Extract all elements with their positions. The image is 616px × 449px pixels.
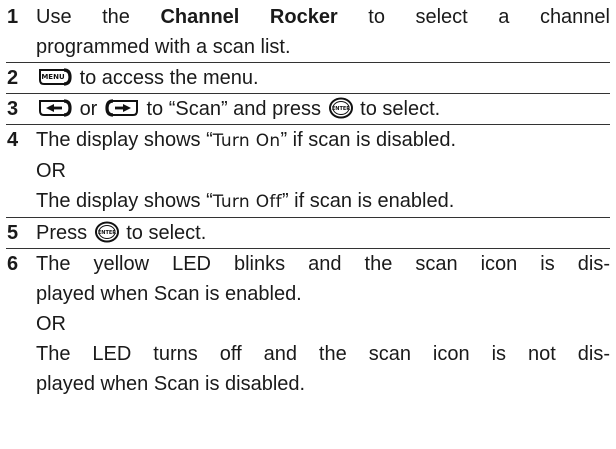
step-number: 6 [7, 253, 19, 275]
step-5: 5 Press ENTER to select. [6, 218, 610, 249]
step-text: Use the Channel Rocker to select a chann… [36, 6, 610, 58]
step-number: 4 [7, 129, 19, 151]
step-4: 4 The display shows “Turn On” if scan is… [6, 125, 610, 218]
step-text: Press ENTER to select. [36, 221, 207, 244]
menu-key-icon: MENU [39, 68, 72, 86]
step-6: 6 The yellow LED blinks and the scan ico… [6, 249, 610, 399]
instruction-list: 1 Use the Channel Rocker to select a cha… [0, 0, 616, 449]
svg-text:MENU: MENU [41, 73, 65, 81]
enter-key-icon: ENTER [94, 221, 119, 243]
step-3: 3 or to “Scan” and press ENTER to select… [6, 94, 610, 125]
channel-rocker-label: Channel Rocker [160, 6, 338, 28]
step-text: or to “Scan” and press ENTER to select. [36, 94, 610, 124]
step-2: 2 MENU to access the menu. [6, 63, 610, 94]
step-text: The yellow LED blinks and the scan icon … [36, 253, 610, 395]
svg-text:ENTER: ENTER [98, 230, 116, 236]
step-text: MENU to access the menu. [36, 63, 610, 93]
step-number: 2 [7, 67, 19, 89]
step-text: The display shows “Turn On” if scan is d… [36, 129, 457, 212]
step-number: 1 [7, 6, 19, 28]
step-number: 5 [7, 222, 19, 244]
right-arrow-key-icon [105, 99, 138, 117]
enter-key-icon: ENTER [328, 97, 353, 119]
display-readout: Turn On [212, 131, 281, 151]
left-arrow-key-icon [39, 99, 72, 117]
display-readout: Turn Off [212, 192, 282, 212]
step-number: 3 [7, 98, 19, 120]
svg-text:ENTER: ENTER [331, 106, 349, 112]
step-1: 1 Use the Channel Rocker to select a cha… [6, 2, 610, 63]
